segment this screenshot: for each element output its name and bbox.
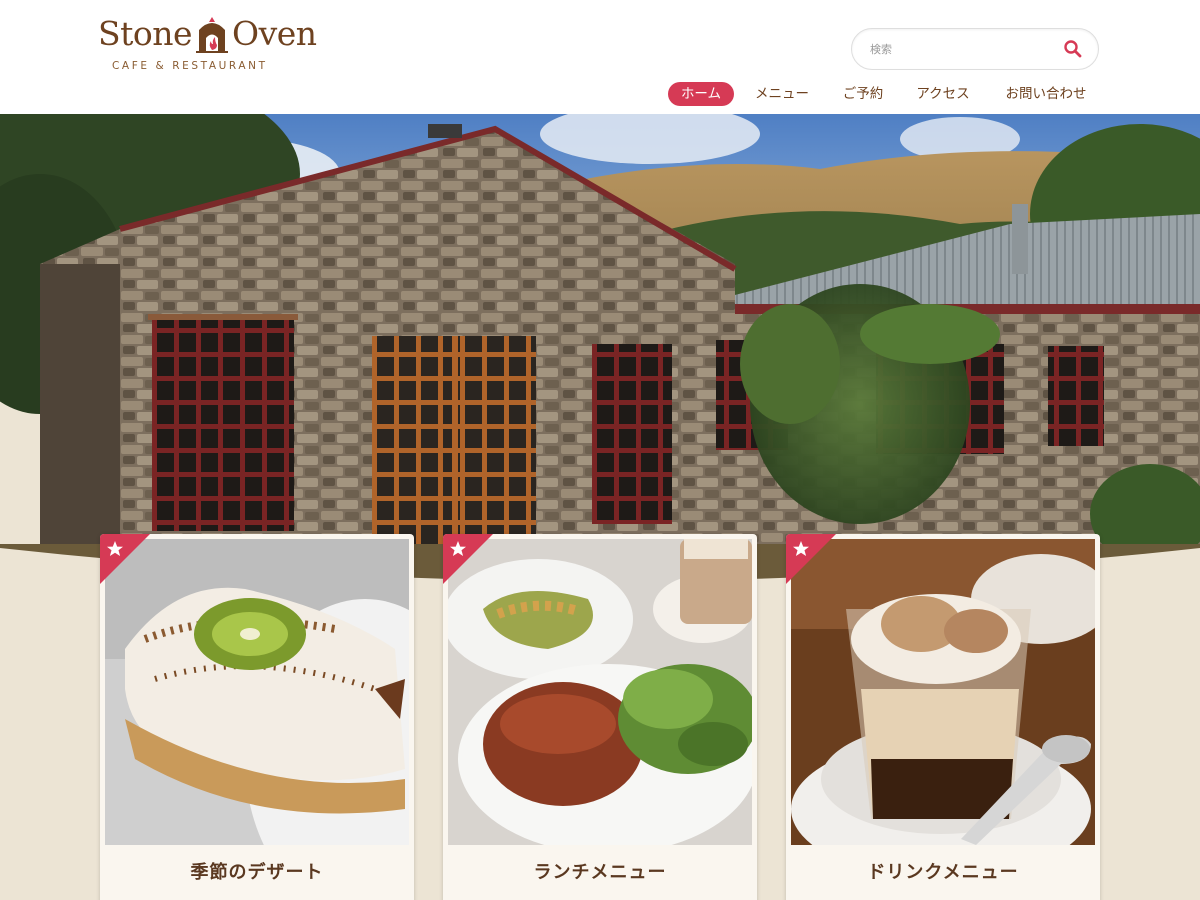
card-lunch-menu[interactable]: ランチメニュー	[443, 534, 757, 900]
card-seasonal-dessert[interactable]: 季節のデザート	[100, 534, 414, 900]
card-title: ドリンクメニュー	[867, 862, 1019, 883]
lunch-plate-image	[448, 539, 752, 845]
site-header: Stone Oven CAFE & RESTAURANT ホーム メニュー ご予…	[0, 0, 1200, 114]
lunch-photo	[448, 539, 752, 845]
pie-image	[105, 539, 409, 845]
nav-item-reservation[interactable]: ご予約	[832, 82, 894, 106]
featured-ribbon	[786, 534, 836, 584]
card-title: ランチメニュー	[533, 862, 667, 883]
nav-item-home[interactable]: ホーム	[668, 82, 734, 106]
search-box	[851, 28, 1099, 70]
nav-item-menu[interactable]: メニュー	[744, 82, 820, 106]
main-nav: ホーム メニュー ご予約 アクセス お問い合わせ	[0, 82, 1200, 106]
featured-ribbon	[443, 534, 493, 584]
site-logo[interactable]: Stone Oven CAFE & RESTAURANT	[98, 14, 317, 76]
logo-wordmark: Stone Oven	[98, 14, 317, 54]
nav-item-access[interactable]: アクセス	[906, 82, 980, 106]
oven-logo-icon	[196, 17, 229, 53]
logo-tagline: CAFE & RESTAURANT	[112, 60, 268, 72]
logo-word-right: Oven	[232, 14, 317, 53]
search-input[interactable]	[870, 39, 1050, 59]
featured-ribbon	[100, 534, 150, 584]
logo-word-left: Stone	[98, 14, 193, 53]
drink-photo	[791, 539, 1095, 845]
search-icon	[1064, 40, 1082, 58]
affogato-image	[791, 539, 1095, 845]
card-title: 季節のデザート	[190, 862, 324, 883]
dessert-photo	[105, 539, 409, 845]
nav-item-contact[interactable]: お問い合わせ	[994, 82, 1098, 106]
search-button[interactable]	[1062, 38, 1084, 60]
card-drink-menu[interactable]: ドリンクメニュー	[786, 534, 1100, 900]
